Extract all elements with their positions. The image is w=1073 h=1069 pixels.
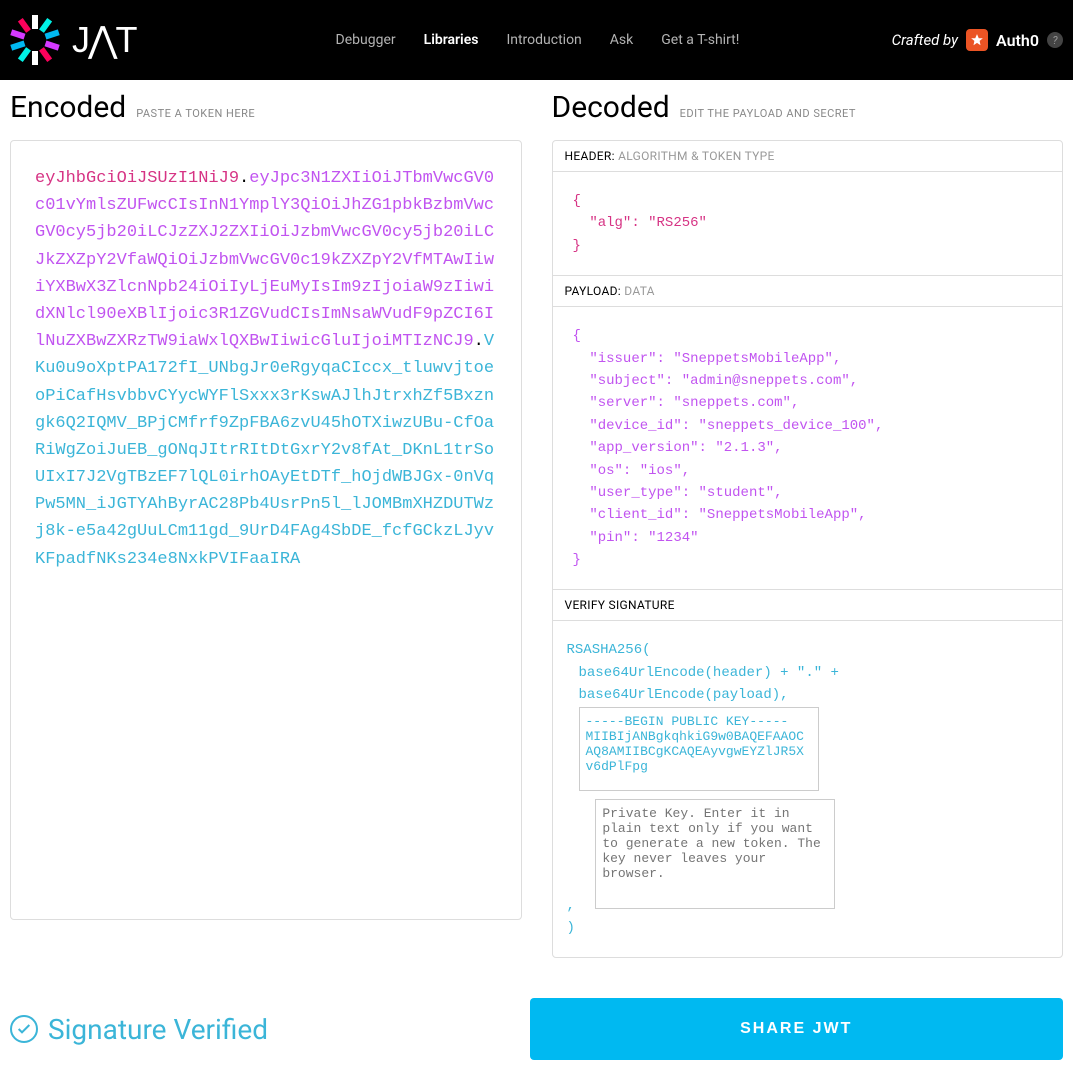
header-sublabel: ALGORITHM & TOKEN TYPE [618, 149, 775, 163]
encoded-subtitle: PASTE A TOKEN HERE [136, 107, 255, 120]
header-section: HEADER: ALGORITHM & TOKEN TYPE { "alg": … [553, 141, 1063, 276]
verify-close: ) [567, 917, 1049, 939]
verify-line1: base64UrlEncode(header) + "." + [567, 662, 1049, 684]
top-nav: J⋀T Debugger Libraries Introduction Ask … [0, 0, 1073, 80]
token-header-part: eyJhbGciOiJSUzI1NiJ9 [35, 169, 239, 188]
private-key-input[interactable] [595, 799, 835, 909]
crafted-by: Crafted by Auth0 ? [892, 29, 1063, 51]
encoded-token-box[interactable]: eyJhbGciOiJSUzI1NiJ9.eyJpc3N1ZXIiOiJTbmV… [10, 140, 522, 920]
public-key-input[interactable] [579, 707, 819, 791]
crafted-label: Crafted by [892, 31, 958, 49]
nav-ask[interactable]: Ask [610, 32, 633, 48]
check-icon [10, 1015, 38, 1043]
nav-links: Debugger Libraries Introduction Ask Get … [336, 32, 740, 48]
signature-status: Signature Verified [10, 1013, 500, 1046]
auth0-icon [966, 29, 988, 51]
verify-label: VERIFY SIGNATURE [565, 598, 675, 612]
share-jwt-button[interactable]: SHARE JWT [530, 998, 1064, 1060]
encoded-column: Encoded PASTE A TOKEN HERE eyJhbGciOiJSU… [10, 90, 522, 958]
nav-tshirt[interactable]: Get a T-shirt! [661, 32, 739, 48]
payload-sublabel: DATA [624, 284, 655, 298]
verified-text: Signature Verified [48, 1013, 268, 1046]
payload-label: PAYLOAD: [565, 284, 621, 298]
token-payload-part: eyJpc3N1ZXIiOiJTbmVwcGV0c01vYmlsZUFwcCIs… [35, 169, 494, 351]
auth0-text: Auth0 [996, 31, 1039, 50]
nav-debugger[interactable]: Debugger [336, 32, 396, 48]
nav-libraries[interactable]: Libraries [424, 32, 479, 48]
jwt-logo-icon [10, 15, 60, 65]
nav-introduction[interactable]: Introduction [506, 32, 581, 48]
payload-json[interactable]: { "issuer": "SneppetsMobileApp", "subjec… [553, 307, 1063, 589]
logo[interactable]: J⋀T [10, 15, 136, 65]
payload-section: PAYLOAD: DATA { "issuer": "SneppetsMobil… [553, 276, 1063, 590]
token-signature-part: VKu0u9oXptPA172fI_UNbgJr0eRgyqaCIccx_tlu… [35, 332, 494, 569]
decoded-title: Decoded [552, 90, 670, 125]
verify-line2: base64UrlEncode(payload), [567, 684, 1049, 706]
header-json[interactable]: { "alg": "RS256" } [553, 172, 1063, 275]
help-icon[interactable]: ? [1047, 32, 1063, 48]
header-label: HEADER: [565, 149, 615, 163]
decoded-column: Decoded EDIT THE PAYLOAD AND SECRET HEAD… [552, 90, 1064, 958]
decoded-subtitle: EDIT THE PAYLOAD AND SECRET [680, 107, 856, 120]
verify-section: VERIFY SIGNATURE RSASHA256( base64UrlEnc… [553, 590, 1063, 957]
jwt-wordmark: J⋀T [72, 19, 136, 61]
encoded-title: Encoded [10, 90, 126, 125]
verify-algo: RSASHA256( [567, 639, 1049, 661]
